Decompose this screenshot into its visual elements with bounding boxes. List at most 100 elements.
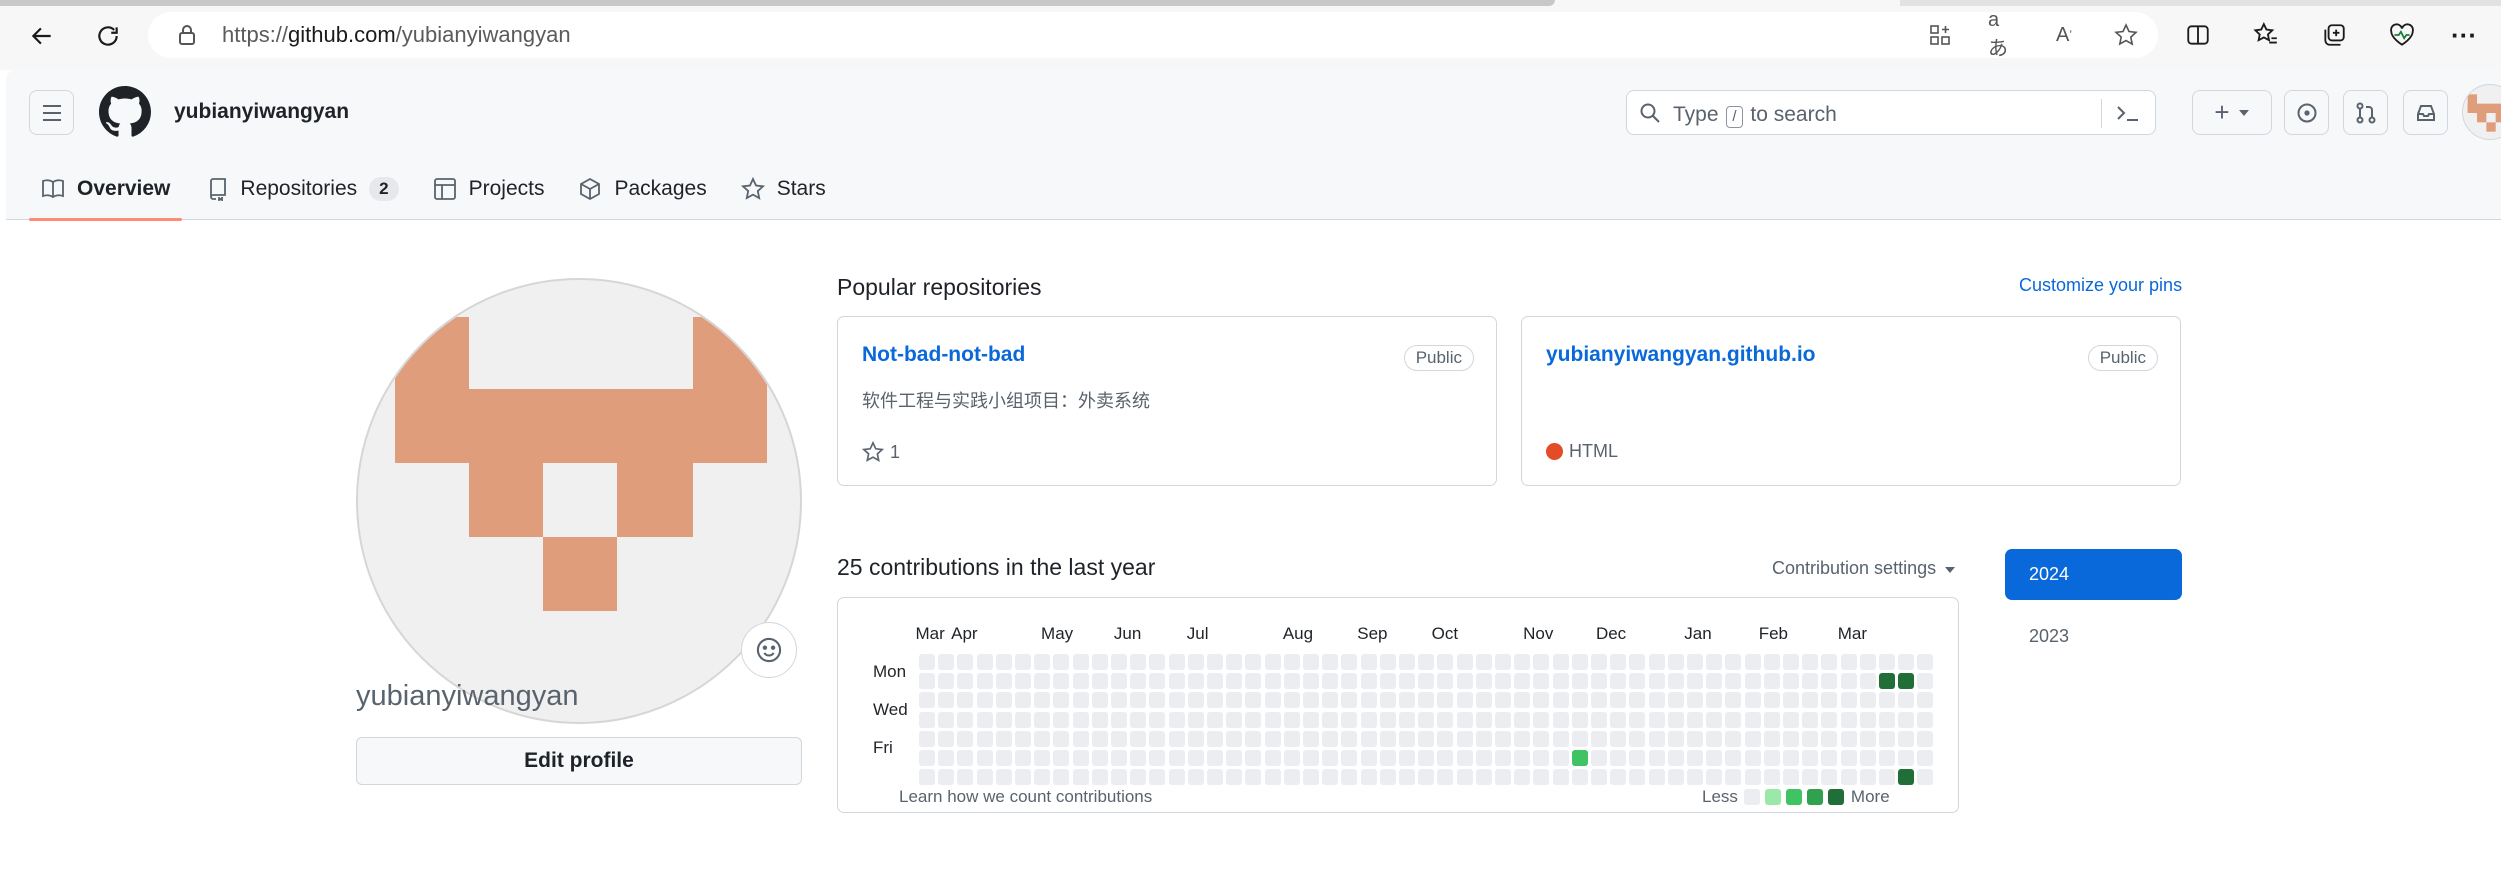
contribution-cell[interactable]: [1303, 692, 1319, 709]
contribution-cell[interactable]: [1168, 654, 1185, 670]
contribution-cell[interactable]: [1610, 730, 1627, 747]
contribution-cell[interactable]: [1264, 711, 1281, 728]
profile-avatar[interactable]: [356, 278, 802, 724]
contribution-cell[interactable]: [976, 692, 993, 709]
contribution-cell[interactable]: [938, 730, 955, 747]
contribution-cell[interactable]: [1207, 750, 1223, 766]
contribution-cell[interactable]: [1322, 769, 1339, 786]
contribution-cell[interactable]: [1418, 730, 1435, 747]
contribution-cell[interactable]: [1322, 730, 1339, 747]
contribution-cell[interactable]: [919, 692, 935, 709]
contribution-cell[interactable]: [1533, 750, 1550, 766]
contribution-cell[interactable]: [1015, 692, 1031, 709]
contribution-cell[interactable]: [1053, 673, 1070, 690]
contribution-cell[interactable]: [1629, 769, 1646, 786]
contribution-cell[interactable]: [1091, 750, 1108, 766]
contribution-cell[interactable]: [1917, 769, 1934, 786]
contribution-cell[interactable]: [1245, 692, 1262, 709]
contribution-cell[interactable]: [1379, 654, 1396, 670]
contribution-cell[interactable]: [1514, 692, 1531, 709]
search-input[interactable]: Type / to search: [1626, 90, 2156, 135]
header-avatar[interactable]: [2462, 84, 2501, 140]
contribution-cell[interactable]: [1072, 673, 1089, 690]
contribution-cell[interactable]: [1821, 769, 1838, 786]
contribution-cell[interactable]: [1667, 654, 1684, 670]
contribution-cell[interactable]: [1360, 730, 1377, 747]
contribution-cell[interactable]: [1610, 673, 1627, 690]
contribution-cell[interactable]: [1763, 730, 1780, 747]
contribution-cell[interactable]: [1072, 769, 1089, 786]
contribution-cell[interactable]: [1744, 750, 1761, 766]
apps-icon[interactable]: [1926, 21, 1954, 49]
contribution-cell[interactable]: [1187, 769, 1204, 786]
contribution-cell[interactable]: [1034, 673, 1051, 690]
contribution-cell[interactable]: [1763, 750, 1780, 766]
contribution-cell[interactable]: [1341, 711, 1358, 728]
contribution-cell[interactable]: [1859, 654, 1876, 670]
contribution-cell[interactable]: [919, 711, 935, 728]
back-icon[interactable]: [20, 14, 64, 58]
contribution-cell[interactable]: [1091, 711, 1108, 728]
contribution-cell[interactable]: [1879, 769, 1895, 786]
contribution-cell[interactable]: [1399, 654, 1415, 670]
contribution-cell[interactable]: [1917, 692, 1934, 709]
contribution-cell[interactable]: [1130, 711, 1147, 728]
contribution-cell[interactable]: [1687, 769, 1703, 786]
contribution-cell[interactable]: [1495, 750, 1511, 766]
contribution-cell[interactable]: [1879, 673, 1895, 690]
contribution-cell[interactable]: [1111, 750, 1127, 766]
contribution-cell[interactable]: [1053, 769, 1070, 786]
contribution-cell[interactable]: [1456, 730, 1473, 747]
url-text[interactable]: https://github.com/yubianyiwangyan: [222, 22, 571, 48]
contribution-cell[interactable]: [1245, 673, 1262, 690]
contribution-cell[interactable]: [919, 750, 935, 766]
read-aloud-icon[interactable]: Aʼ: [2050, 21, 2078, 49]
contribution-cell[interactable]: [1552, 730, 1569, 747]
contribution-cell[interactable]: [1687, 711, 1703, 728]
contribution-cell[interactable]: [1840, 769, 1857, 786]
tab-repositories[interactable]: Repositories 2: [196, 158, 410, 220]
contribution-cell[interactable]: [1802, 692, 1819, 709]
contribution-cell[interactable]: [1552, 769, 1569, 786]
contribution-cell[interactable]: [1667, 769, 1684, 786]
contribution-cell[interactable]: [1687, 730, 1703, 747]
contribution-cell[interactable]: [1783, 673, 1799, 690]
contribution-cell[interactable]: [1571, 730, 1588, 747]
contribution-cell[interactable]: [1610, 654, 1627, 670]
contribution-cell[interactable]: [919, 673, 935, 690]
contribution-cell[interactable]: [1034, 654, 1051, 670]
contribution-cell[interactable]: [1917, 730, 1934, 747]
contribution-cell[interactable]: [1226, 673, 1243, 690]
contribution-cell[interactable]: [1418, 711, 1435, 728]
contribution-cell[interactable]: [1802, 750, 1819, 766]
contribution-cell[interactable]: [1130, 654, 1147, 670]
contribution-cell[interactable]: [1379, 692, 1396, 709]
contribution-cell[interactable]: [1245, 750, 1262, 766]
contribution-cell[interactable]: [1226, 711, 1243, 728]
contribution-cell[interactable]: [1149, 673, 1166, 690]
contribution-cell[interactable]: [1744, 730, 1761, 747]
repo-link[interactable]: Not-bad-not-bad: [862, 343, 1025, 367]
contribution-cell[interactable]: [1706, 692, 1723, 709]
contribution-cell[interactable]: [1610, 750, 1627, 766]
contribution-cell[interactable]: [938, 711, 955, 728]
contribution-cell[interactable]: [1245, 769, 1262, 786]
contribution-cell[interactable]: [1802, 730, 1819, 747]
contribution-cell[interactable]: [1840, 711, 1857, 728]
contribution-cell[interactable]: [1648, 673, 1665, 690]
contribution-cell[interactable]: [1187, 730, 1204, 747]
address-bar[interactable]: https://github.com/yubianyiwangyan aあ Aʼ: [148, 9, 2158, 60]
contribution-cell[interactable]: [1552, 711, 1569, 728]
contribution-cell[interactable]: [1187, 711, 1204, 728]
contribution-cell[interactable]: [1898, 654, 1915, 670]
contribution-cell[interactable]: [1706, 711, 1723, 728]
contribution-cell[interactable]: [1648, 654, 1665, 670]
contribution-cell[interactable]: [1015, 673, 1031, 690]
contribution-cell[interactable]: [1763, 654, 1780, 670]
contribution-cell[interactable]: [1821, 730, 1838, 747]
contribution-cell[interactable]: [1687, 673, 1703, 690]
contribution-cell[interactable]: [919, 730, 935, 747]
contribution-cell[interactable]: [1744, 673, 1761, 690]
contribution-cell[interactable]: [1226, 730, 1243, 747]
contribution-cell[interactable]: [1360, 654, 1377, 670]
